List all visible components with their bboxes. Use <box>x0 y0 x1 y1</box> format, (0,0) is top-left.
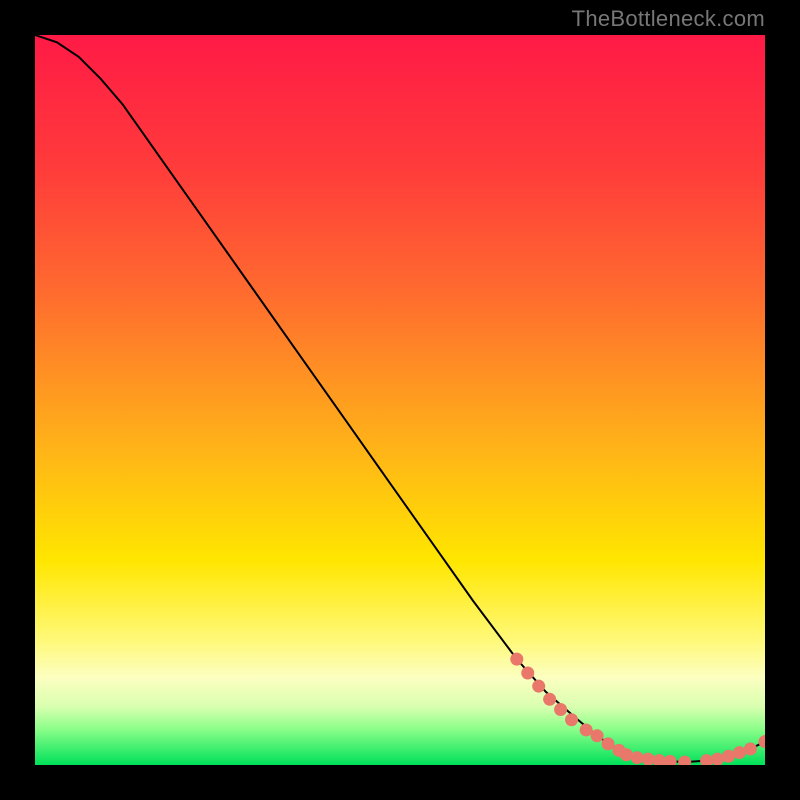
data-dot <box>543 693 556 706</box>
data-dot <box>678 756 691 765</box>
plot-area <box>35 35 765 765</box>
data-dot <box>631 751 644 764</box>
data-dot <box>642 753 655 765</box>
data-dot <box>744 742 757 755</box>
bottleneck-curve <box>35 35 765 762</box>
chart-stage: TheBottleneck.com <box>0 0 800 800</box>
data-dot <box>653 754 666 765</box>
data-dot <box>591 729 604 742</box>
data-dot <box>532 680 545 693</box>
data-dot <box>602 737 615 750</box>
data-dot <box>759 735 766 748</box>
data-dots <box>510 653 765 765</box>
data-dot <box>554 703 567 716</box>
curve-layer <box>35 35 765 765</box>
data-dot <box>664 755 677 765</box>
data-dot <box>510 653 523 666</box>
data-dot <box>711 753 724 765</box>
data-dot <box>565 713 578 726</box>
data-dot <box>580 723 593 736</box>
watermark-label: TheBottleneck.com <box>572 6 765 32</box>
data-dot <box>521 667 534 680</box>
data-dot <box>620 748 633 761</box>
